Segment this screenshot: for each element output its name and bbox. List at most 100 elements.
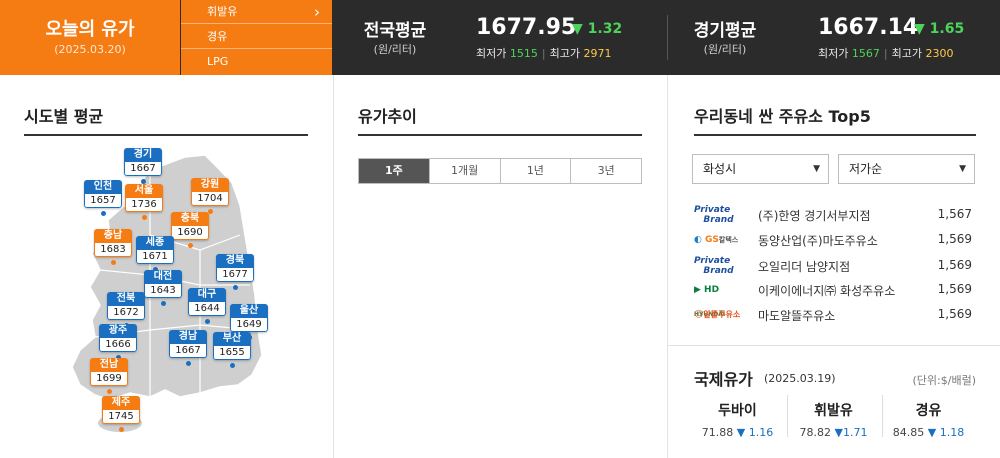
region-badge[interactable]: 서울 1736 bbox=[125, 184, 163, 212]
region-name: 대전 bbox=[144, 270, 182, 284]
region-marker-dot bbox=[119, 427, 124, 432]
regional-average-unit: (원/리터) bbox=[703, 43, 747, 56]
region-price: 1736 bbox=[125, 198, 163, 212]
region-price: 1672 bbox=[107, 306, 145, 320]
trend-period-tabs: 1주 1개월 1년 3년 bbox=[358, 158, 642, 184]
today-date: (2025.03.20) bbox=[54, 43, 126, 56]
regional-average-change: ▼ 1.65 bbox=[914, 21, 965, 37]
fuel-type-menu: 휘발유 › 경유 LPG bbox=[181, 0, 332, 75]
intl-diesel: 경유 84.85 ▼ 1.18 bbox=[892, 403, 965, 439]
region-price: 1699 bbox=[90, 372, 128, 386]
section-divider bbox=[667, 345, 1000, 346]
top5-title: 우리동네 싼 주유소 Top5 bbox=[694, 107, 871, 126]
region-price: 1649 bbox=[230, 318, 268, 332]
region-marker-dot bbox=[161, 301, 166, 306]
station-price: 1,567 bbox=[937, 207, 972, 221]
region-badge[interactable]: 전남 1699 bbox=[90, 358, 128, 386]
region-marker-dot bbox=[111, 260, 116, 265]
dropdown-arrow-icon: ▼ bbox=[813, 164, 820, 174]
region-name: 제주 bbox=[102, 396, 140, 410]
region-badge[interactable]: 충남 1683 bbox=[94, 229, 132, 257]
region-badge[interactable]: 경북 1677 bbox=[216, 254, 254, 282]
region-name: 충북 bbox=[171, 212, 209, 226]
region-marker-dot bbox=[142, 215, 147, 220]
region-badge[interactable]: 인천 1657 bbox=[84, 180, 122, 208]
station-price: 1,569 bbox=[937, 282, 972, 296]
region-name: 대구 bbox=[188, 288, 226, 302]
regional-average: 경기평균 (원/리터) 1667.14 ▼ 1.65 최저가 1567 | 최고가 … bbox=[680, 0, 990, 75]
region-name: 부산 bbox=[213, 332, 251, 346]
region-price: 1655 bbox=[213, 346, 251, 360]
region-name: 충남 bbox=[94, 229, 132, 243]
region-badge[interactable]: 대구 1644 bbox=[188, 288, 226, 316]
intl-title: 국제유가 bbox=[694, 370, 753, 389]
region-price: 1666 bbox=[99, 338, 137, 352]
station-row[interactable]: ☺알뜰주유소 마도알뜰주유소 1,569 bbox=[694, 303, 974, 327]
column-divider bbox=[333, 75, 334, 458]
region-badge[interactable]: 제주 1745 bbox=[102, 396, 140, 424]
intl-gasoline: 휘발유 78.82 ▼1.71 bbox=[799, 403, 868, 439]
column-divider bbox=[667, 75, 668, 458]
region-select[interactable]: 화성시 ▼ bbox=[692, 154, 829, 184]
national-average-unit: (원/리터) bbox=[373, 43, 417, 56]
region-badge[interactable]: 충북 1690 bbox=[171, 212, 209, 240]
region-marker-dot bbox=[233, 285, 238, 290]
national-average: 전국평균 (원/리터) 1677.95 ▼ 1.32 최저가 1515 | 최고가 … bbox=[350, 0, 660, 75]
region-marker-dot bbox=[101, 211, 106, 216]
alddeul-logo: ☺알뜰주유소 bbox=[694, 310, 741, 320]
station-row[interactable]: ▶ HD HYUNDAI 이케이에너지㈜ 화성주유소 1,569 bbox=[694, 278, 974, 318]
station-row[interactable]: Private Brand 오일리더 남양지점 1,569 bbox=[694, 254, 974, 278]
region-marker-dot bbox=[205, 319, 210, 324]
region-name: 경남 bbox=[169, 330, 207, 344]
station-name: 이케이에너지㈜ 화성주유소 bbox=[758, 284, 896, 298]
region-price: 1690 bbox=[171, 226, 209, 240]
trend-title: 유가추이 bbox=[358, 107, 417, 126]
region-price: 1671 bbox=[136, 250, 174, 264]
hd-hyundai-logo: ▶ HD HYUNDAI bbox=[694, 285, 726, 318]
tab-1month[interactable]: 1개월 bbox=[428, 159, 500, 183]
region-name: 서울 bbox=[125, 184, 163, 198]
region-price: 1644 bbox=[188, 302, 226, 316]
regional-min-max: 최저가 1567 | 최고가 2300 bbox=[818, 47, 954, 60]
region-price: 1667 bbox=[169, 344, 207, 358]
region-badge[interactable]: 울산 1649 bbox=[230, 304, 268, 332]
region-marker-dot bbox=[188, 243, 193, 248]
intl-unit: (단위:$/배럴) bbox=[912, 374, 976, 387]
fuel-menu-lpg[interactable]: LPG bbox=[181, 50, 332, 74]
national-average-name: 전국평균 bbox=[363, 21, 427, 41]
station-row[interactable]: ◐ GS칼텍스 동양산업(주)마도주유소 1,569 bbox=[694, 228, 974, 252]
station-row[interactable]: Private Brand (주)한영 경기서부지점 1,567 bbox=[694, 203, 974, 227]
fuel-menu-gasoline[interactable]: 휘발유 › bbox=[181, 0, 332, 24]
region-name: 강원 bbox=[191, 178, 229, 192]
station-name: (주)한영 경기서부지점 bbox=[758, 209, 871, 223]
trend-title-underline bbox=[358, 134, 642, 136]
region-badge[interactable]: 전북 1672 bbox=[107, 292, 145, 320]
dropdown-arrow-icon: ▼ bbox=[959, 164, 966, 174]
station-price: 1,569 bbox=[937, 307, 972, 321]
sort-select[interactable]: 저가순 ▼ bbox=[838, 154, 975, 184]
region-price: 1745 bbox=[102, 410, 140, 424]
tab-3year[interactable]: 3년 bbox=[570, 159, 641, 183]
region-price: 1657 bbox=[84, 194, 122, 208]
region-badge[interactable]: 강원 1704 bbox=[191, 178, 229, 206]
fuel-menu-diesel[interactable]: 경유 bbox=[181, 25, 332, 49]
region-badge[interactable]: 광주 1666 bbox=[99, 324, 137, 352]
region-badge[interactable]: 부산 1655 bbox=[213, 332, 251, 360]
regional-average-price: 1667.14 bbox=[818, 15, 919, 40]
region-name: 전남 bbox=[90, 358, 128, 372]
tab-1week[interactable]: 1주 bbox=[359, 159, 429, 183]
station-name: 동양산업(주)마도주유소 bbox=[758, 234, 878, 248]
region-badge[interactable]: 세종 1671 bbox=[136, 236, 174, 264]
tab-1year[interactable]: 1년 bbox=[499, 159, 571, 183]
station-name: 오일리더 남양지점 bbox=[758, 260, 851, 274]
region-price: 1683 bbox=[94, 243, 132, 257]
chevron-right-icon: › bbox=[314, 3, 320, 21]
region-badge[interactable]: 경기 1667 bbox=[124, 148, 162, 176]
intl-dubai: 두바이 71.88 ▼ 1.16 bbox=[701, 403, 774, 439]
region-badge[interactable]: 경남 1667 bbox=[169, 330, 207, 358]
gs-caltex-logo: ◐ GS칼텍스 bbox=[694, 235, 739, 245]
region-name: 인천 bbox=[84, 180, 122, 194]
region-badge[interactable]: 대전 1643 bbox=[144, 270, 182, 298]
region-name: 세종 bbox=[136, 236, 174, 250]
station-price: 1,569 bbox=[937, 258, 972, 272]
